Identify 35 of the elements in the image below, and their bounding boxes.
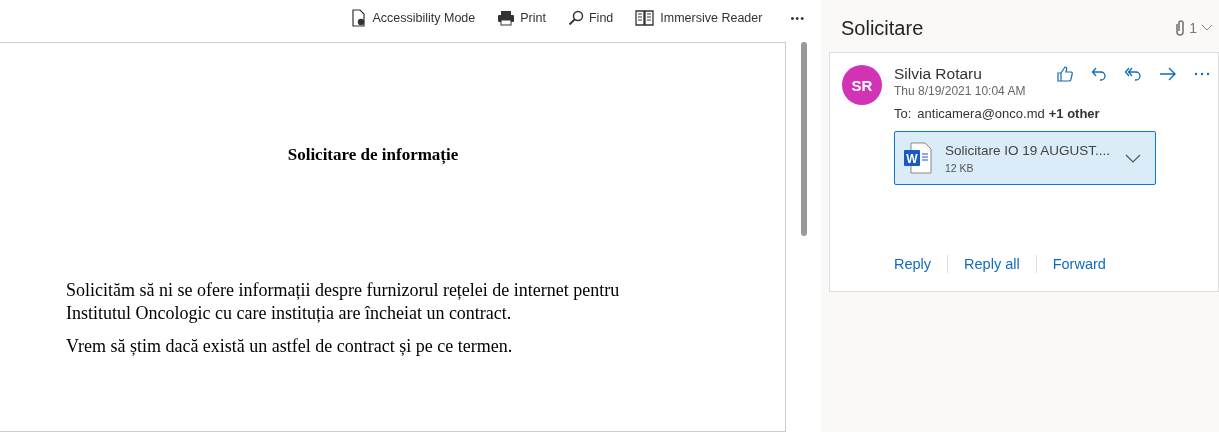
accessibility-button[interactable]: Accessibility Mode <box>351 9 476 27</box>
sent-date: Thu 8/19/2021 10:04 AM <box>894 84 1027 98</box>
printer-icon <box>497 10 516 26</box>
attachment-size: 12 KB <box>945 161 975 174</box>
avatar: SR <box>842 65 882 105</box>
more-icon[interactable] <box>1194 72 1210 76</box>
other-recipients-link[interactable]: +1 other <box>1048 106 1100 121</box>
more-button[interactable]: ••• <box>790 12 805 24</box>
reply-all-icon[interactable] <box>1124 66 1142 82</box>
print-button[interactable]: Print <box>497 10 546 26</box>
email-subject: Solicitare <box>841 16 924 40</box>
reply-link[interactable]: Reply all <box>964 256 1020 272</box>
search-icon <box>568 10 584 26</box>
chevron-down-icon <box>1201 24 1213 32</box>
document-icon <box>351 9 368 27</box>
find-button[interactable]: Find <box>568 10 614 26</box>
scrollbar-thumb[interactable] <box>800 42 807 236</box>
attachment-count-button[interactable]: 1 <box>1175 20 1213 36</box>
reply-link[interactable]: Reply <box>894 256 932 272</box>
reply-link[interactable]: Forward <box>1052 256 1106 272</box>
reply-icon[interactable] <box>1091 66 1107 82</box>
forward-icon[interactable] <box>1159 66 1177 82</box>
document-paragraph: Vrem să știm dacă există un astfel de contract și pe ce termen. <box>66 335 514 358</box>
document-paragraph: Solicităm să ni se ofere informații despre furnizorul rețelei de internet pentru Institutul Oncologic cu care instituția are încheiat un contract. <box>66 279 621 325</box>
attachment-card[interactable]: W Solicitare IO 19 AUGUST.... 12 KB <box>894 131 1156 185</box>
chevron-down-icon[interactable] <box>1125 153 1141 163</box>
book-icon <box>635 9 656 27</box>
reader-button[interactable]: Immersive Reader <box>635 9 763 27</box>
like-icon[interactable] <box>1056 65 1074 83</box>
attachment-name: Solicitare IO 19 AUGUST.... <box>945 142 1112 158</box>
sender-name: Silvia Rotaru <box>894 65 982 83</box>
recipient: anticamera@onco.md <box>917 106 1045 121</box>
document-title: Solicitare de informație <box>286 145 460 165</box>
paperclip-icon <box>1175 20 1186 36</box>
to-label: To: <box>894 106 912 121</box>
